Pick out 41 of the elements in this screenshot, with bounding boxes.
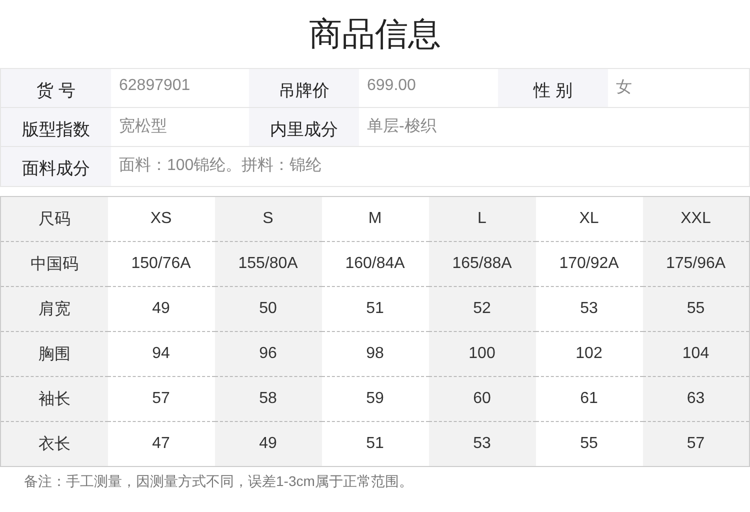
row-header: 肩宽 bbox=[0, 286, 108, 332]
table-cell: 175/96A bbox=[642, 242, 750, 286]
field-value: 单层-梭织 bbox=[366, 117, 438, 137]
table-cell: 51 bbox=[322, 422, 428, 466]
row-header: 胸围 bbox=[0, 332, 108, 376]
row-header: 衣长 bbox=[0, 422, 108, 466]
row-header: 袖长 bbox=[0, 376, 108, 422]
table-cell: 57 bbox=[642, 422, 750, 466]
field-label: 版型指数 bbox=[1, 108, 111, 146]
field-value: 宽松型 bbox=[118, 116, 168, 137]
field-label: 货 号 bbox=[1, 69, 111, 107]
column-header: L bbox=[428, 196, 536, 242]
page-title: 商品信息 bbox=[308, 14, 442, 54]
table-cell: 55 bbox=[642, 286, 750, 332]
table-cell: 96 bbox=[214, 332, 322, 376]
table-cell: 53 bbox=[428, 422, 536, 466]
table-cell: 60 bbox=[428, 376, 536, 422]
table-cell: 58 bbox=[214, 376, 322, 422]
field-label: 吊牌价 bbox=[249, 69, 359, 107]
table-cell: 50 bbox=[214, 286, 322, 332]
row-header: 中国码 bbox=[0, 242, 108, 286]
field-label: 面料成分 bbox=[1, 147, 111, 186]
field-value: 面料：100锦纶。拼料：锦纶 bbox=[118, 156, 323, 176]
table-cell: 165/88A bbox=[428, 242, 536, 286]
field-label: 性 别 bbox=[498, 69, 608, 107]
table-cell: 155/80A bbox=[214, 242, 322, 286]
table-cell: 104 bbox=[642, 332, 750, 376]
column-header: S bbox=[214, 196, 322, 242]
table-cell: 55 bbox=[536, 422, 642, 466]
field-value: 女 bbox=[615, 78, 633, 98]
column-header: XXL bbox=[642, 196, 750, 242]
table-cell: 49 bbox=[214, 422, 322, 466]
field-value: 62897901 bbox=[118, 76, 192, 96]
footnote: 备注：手工测量，因测量方式不同，误差1-3cm属于正常范围。 bbox=[24, 473, 414, 491]
table-cell: 100 bbox=[428, 332, 536, 376]
field-label: 内里成分 bbox=[249, 108, 359, 146]
table-cell: 47 bbox=[108, 422, 214, 466]
table-cell: 52 bbox=[428, 286, 536, 332]
field-value: 699.00 bbox=[366, 76, 417, 96]
table-cell: 63 bbox=[642, 376, 750, 422]
column-header: 尺码 bbox=[0, 196, 108, 242]
